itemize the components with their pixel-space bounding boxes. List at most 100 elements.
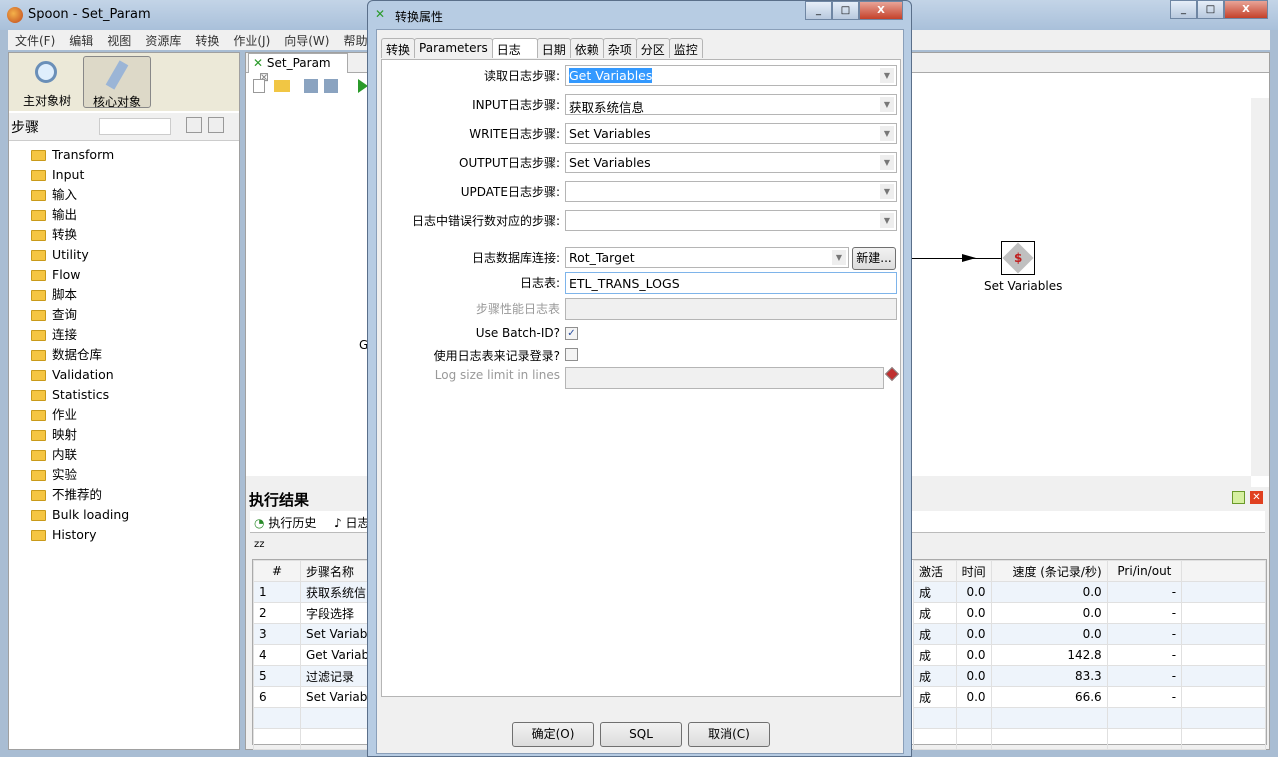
sql-button[interactable]: SQL (600, 722, 682, 747)
input-step-combo[interactable]: 获取系统信息 ▼ (565, 94, 897, 115)
cell-blank (1181, 602, 1266, 624)
dialog-minimize-button[interactable]: _ (805, 1, 832, 20)
tab-logging[interactable]: 日志 (491, 38, 538, 58)
tab-monitoring[interactable]: 监控 (668, 38, 703, 58)
error-step-combo[interactable]: ▼ (565, 210, 897, 231)
menu-edit[interactable]: 编辑 (62, 30, 100, 50)
table-row[interactable]: 成 0.0 0.0- (913, 623, 1266, 645)
category-11[interactable]: Validation (31, 365, 129, 385)
use-log-table-checkbox[interactable] (565, 348, 578, 361)
menu-job[interactable]: 作业(J) (226, 30, 277, 50)
category-13[interactable]: 作业 (31, 405, 129, 425)
table-row[interactable]: 成 0.0 142.8- (913, 644, 1266, 666)
collapse-all-icon[interactable] (208, 117, 224, 133)
minimize-button[interactable]: _ (1170, 0, 1197, 19)
category-16[interactable]: 实验 (31, 465, 129, 485)
category-6[interactable]: Flow (31, 265, 129, 285)
perf-log-table-input[interactable] (565, 298, 897, 320)
category-7[interactable]: 脚本 (31, 285, 129, 305)
use-batch-id-checkbox[interactable]: ✓ (565, 327, 578, 340)
category-2[interactable]: 输入 (31, 185, 129, 205)
tab-set-param[interactable]: ✕ Set_Param ⊠ (248, 53, 348, 84)
col-time[interactable]: 时间 (955, 560, 992, 582)
category-0[interactable]: Transform (31, 145, 129, 165)
close-panel-icon[interactable]: ✕ (1250, 491, 1263, 504)
tab-dependencies[interactable]: 依赖 (569, 38, 604, 58)
category-15[interactable]: 内联 (31, 445, 129, 465)
cancel-button[interactable]: 取消(C) (688, 722, 770, 747)
table-row[interactable]: 成 0.0 0.0- (913, 581, 1266, 603)
category-1[interactable]: Input (31, 165, 129, 185)
menu-wizard[interactable]: 向导(W) (277, 30, 336, 50)
close-button[interactable]: X (1224, 0, 1268, 19)
category-14[interactable]: 映射 (31, 425, 129, 445)
table-row[interactable]: 成 0.0 0.0- (913, 602, 1266, 624)
dropdown-arrow-icon[interactable]: ▼ (880, 184, 894, 199)
tab-execution-history[interactable]: ◔ 执行历史 (254, 514, 316, 531)
menu-transform[interactable]: 转换 (188, 30, 226, 50)
tab-misc[interactable]: 杂项 (602, 38, 637, 58)
dropdown-arrow-icon[interactable]: ▼ (880, 97, 894, 112)
col-speed[interactable]: 速度 (条记录/秒) (990, 560, 1108, 582)
variable-icon[interactable] (884, 366, 900, 382)
hide-inactive-icon[interactable]: zz (254, 539, 265, 550)
dialog-close-button[interactable]: X (859, 1, 903, 20)
category-8[interactable]: 查询 (31, 305, 129, 325)
read-step-combo[interactable]: Get Variables ▼ (565, 65, 897, 86)
category-5[interactable]: Utility (31, 245, 129, 265)
category-9[interactable]: 连接 (31, 325, 129, 345)
write-step-combo[interactable]: Set Variables ▼ (565, 123, 897, 144)
tab-log[interactable]: ♪ 日志 (334, 514, 370, 531)
vertical-scrollbar[interactable] (1251, 98, 1269, 476)
log-size-limit-input[interactable] (565, 367, 884, 389)
table-row[interactable]: 成 0.0 83.3- (913, 665, 1266, 687)
ok-button[interactable]: 确定(O) (512, 722, 594, 747)
dialog-maximize-button[interactable]: □ (832, 1, 859, 20)
menu-repository[interactable]: 资源库 (138, 30, 188, 50)
tab-partitioning[interactable]: 分区 (635, 38, 670, 58)
col-pri-in-out[interactable]: Pri/in/out (1106, 560, 1183, 582)
folder-icon (31, 229, 46, 241)
dropdown-arrow-icon[interactable]: ▼ (880, 68, 894, 83)
col-active[interactable]: 激活 (913, 560, 957, 582)
log-connection-combo[interactable]: Rot_Target ▼ (565, 247, 849, 268)
dropdown-arrow-icon[interactable]: ▼ (880, 126, 894, 141)
category-19[interactable]: History (31, 525, 129, 545)
category-18[interactable]: Bulk loading (31, 505, 129, 525)
maximize-button[interactable]: □ (1197, 0, 1224, 19)
log-table-input[interactable]: ETL_TRANS_LOGS (565, 272, 897, 294)
tab-dates[interactable]: 日期 (536, 38, 571, 58)
maximize-panel-icon[interactable] (1232, 491, 1245, 504)
dropdown-arrow-icon[interactable]: ▼ (880, 155, 894, 170)
output-step-combo[interactable]: Set Variables ▼ (565, 152, 897, 173)
col-number[interactable]: # (253, 560, 301, 582)
menu-view[interactable]: 视图 (100, 30, 138, 50)
menu-file[interactable]: 文件(F) (8, 30, 62, 50)
dialog-title: 转换属性 (395, 10, 444, 24)
steps-search-input[interactable] (99, 118, 171, 135)
category-label: 查询 (52, 307, 78, 322)
tab-parameters[interactable]: Parameters (414, 38, 493, 58)
dropdown-arrow-icon[interactable]: ▼ (832, 250, 846, 265)
folder-icon (31, 509, 46, 521)
hop-arrow[interactable] (906, 258, 1001, 259)
new-file-icon[interactable] (253, 79, 265, 93)
save-icon[interactable] (304, 79, 318, 93)
category-3[interactable]: 输出 (31, 205, 129, 225)
main-tree-button[interactable]: 主对象树 (13, 56, 81, 108)
cell-time: 0.0 (955, 665, 992, 687)
tab-transform[interactable]: 转换 (381, 38, 416, 58)
open-folder-icon[interactable] (274, 80, 290, 92)
category-17[interactable]: 不推荐的 (31, 485, 129, 505)
category-12[interactable]: Statistics (31, 385, 129, 405)
update-step-combo[interactable]: ▼ (565, 181, 897, 202)
table-row[interactable]: 成 0.0 66.6- (913, 686, 1266, 708)
category-10[interactable]: 数据仓库 (31, 345, 129, 365)
new-connection-button[interactable]: 新建... (852, 247, 896, 270)
category-4[interactable]: 转换 (31, 225, 129, 245)
save-as-icon[interactable] (324, 79, 338, 93)
dropdown-arrow-icon[interactable]: ▼ (880, 213, 894, 228)
set-variables-step[interactable]: $ (1001, 241, 1035, 275)
core-objects-button[interactable]: 核心对象 (83, 56, 151, 109)
expand-all-icon[interactable] (186, 117, 202, 133)
